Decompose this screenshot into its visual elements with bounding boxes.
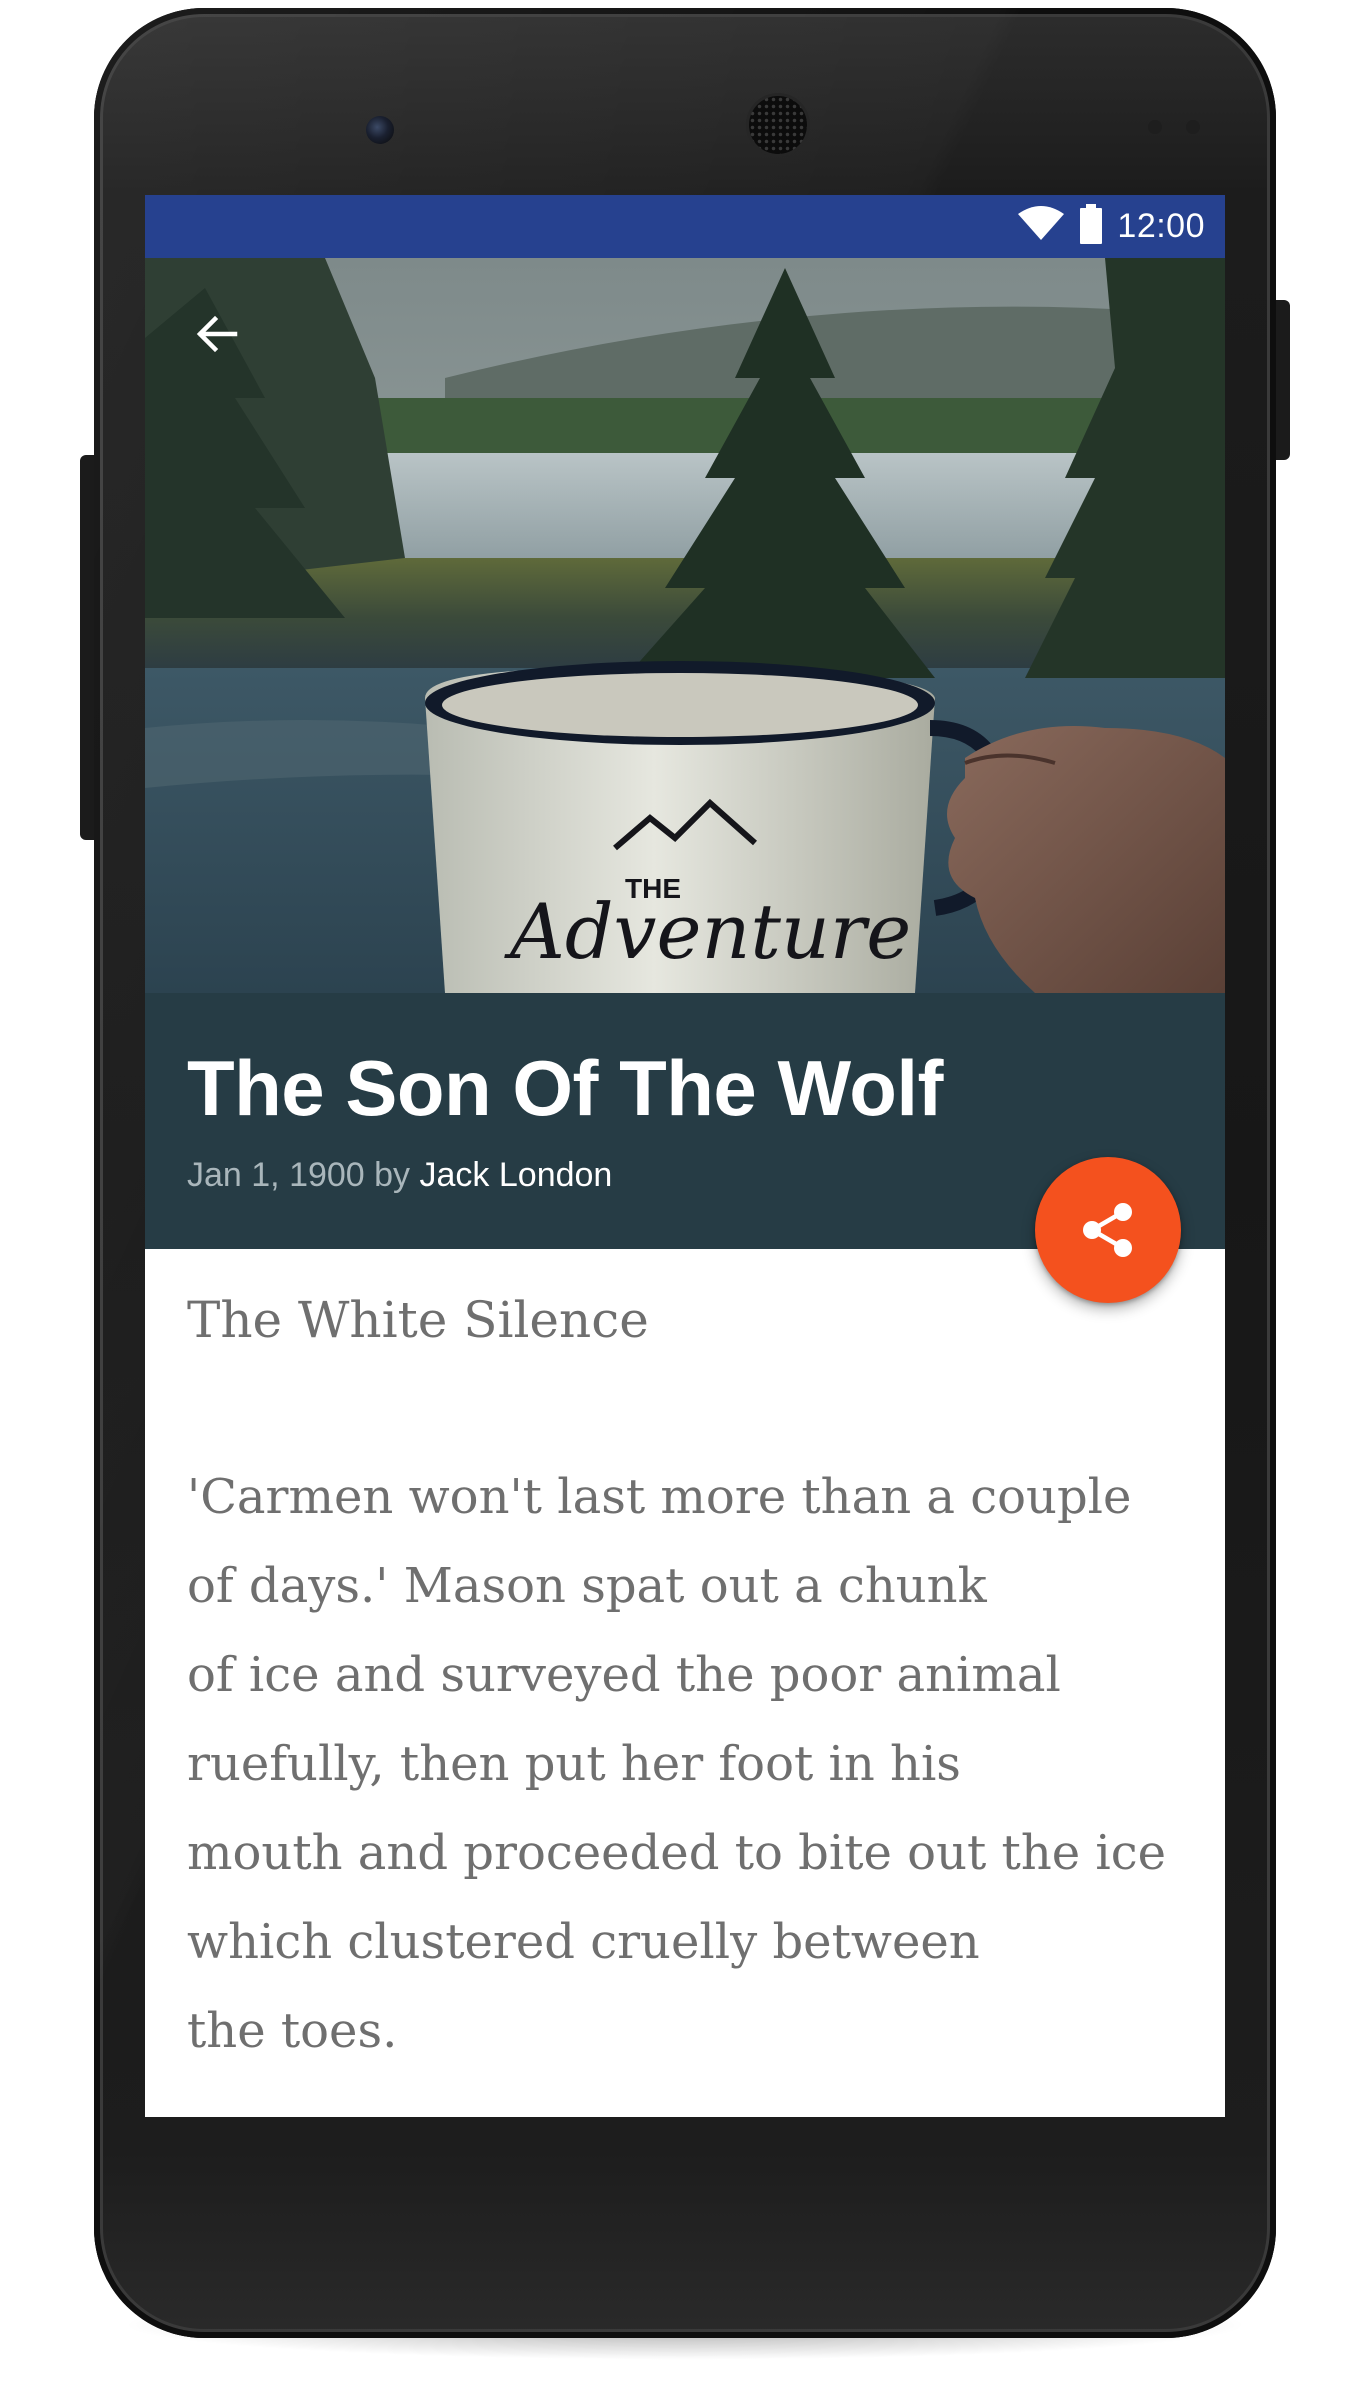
light-sensor — [1186, 120, 1200, 134]
chapter-title: The White Silence — [187, 1291, 649, 1349]
article-title: The Son Of The Wolf — [187, 1044, 944, 1132]
wifi-icon — [1017, 206, 1065, 247]
status-bar: 12:00 — [145, 195, 1225, 258]
share-icon — [1083, 1203, 1132, 1257]
mug-landscape-image: THE Adventure — [145, 258, 1225, 993]
article-date: Jan 1, 1900 by — [187, 1156, 411, 1194]
paragraph-line: of days.' Mason spat out a chunk — [187, 1558, 987, 1614]
paragraph-line: mouth and proceeded to bite out the ice — [187, 1825, 1167, 1881]
paragraph-line: of ice and surveyed the poor animal — [187, 1647, 1061, 1703]
header-image: THE Adventure — [145, 258, 1225, 993]
battery-icon — [1079, 204, 1103, 249]
paragraph-line: ruefully, then put her foot in his — [187, 1736, 961, 1792]
paragraph-line: 'Carmen won't last more than a couple — [187, 1469, 1132, 1525]
proximity-sensor — [1148, 120, 1162, 134]
status-time: 12:00 — [1117, 207, 1205, 245]
earpiece-speaker — [749, 96, 807, 154]
article-paragraph: 'Carmen won't last more than a couple of… — [187, 1453, 1197, 2076]
share-button[interactable] — [1035, 1157, 1181, 1303]
device-mockup: 12:00 THE Adventure The Son Of The Wolf … — [0, 0, 1370, 2405]
phone-screen: 12:00 THE Adventure The Son Of The Wolf … — [145, 195, 1225, 2117]
mug-text-adventure: Adventure — [504, 887, 911, 976]
article-author[interactable]: Jack London — [420, 1156, 613, 1194]
back-button[interactable] — [181, 298, 253, 370]
article-body: The White Silence 'Carmen won't last mor… — [187, 1275, 1197, 2076]
article-meta: Jan 1, 1900 by Jack London — [187, 1155, 612, 1195]
status-icons: 12:00 — [1017, 195, 1205, 258]
paragraph-line: which clustered cruelly between — [187, 1914, 980, 1970]
paragraph-line: the toes. — [187, 2003, 398, 2059]
arrow-back-icon — [196, 315, 238, 353]
front-camera — [366, 116, 394, 144]
